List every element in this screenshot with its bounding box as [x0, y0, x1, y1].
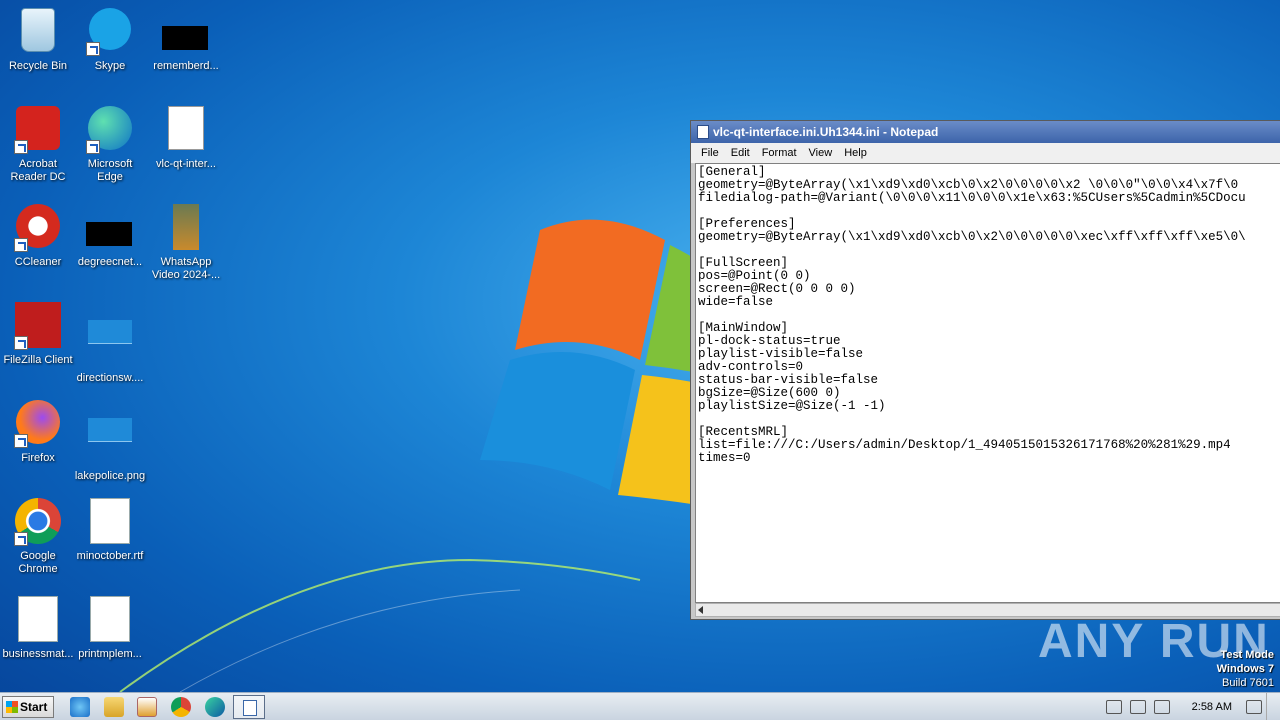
menu-file[interactable]: File [695, 147, 725, 159]
desktop-icon-businessmat[interactable]: businessmat... [0, 596, 76, 661]
internet-explorer-icon[interactable] [70, 697, 90, 717]
desktop-icon-whatsapp-video-2024[interactable]: WhatsApp Video 2024-... [148, 204, 224, 282]
volume-icon[interactable] [1105, 699, 1122, 714]
desktop-icon-directionsw[interactable]: directionsw.... [72, 302, 148, 385]
menu-format[interactable]: Format [756, 147, 803, 159]
menu-view[interactable]: View [803, 147, 839, 159]
desktop-icon-label: minoctober.rtf [76, 550, 144, 562]
shortcut-arrow-icon [86, 42, 100, 56]
chrome-icon [14, 498, 62, 546]
desktop-icon-google-chrome[interactable]: Google Chrome [0, 498, 76, 576]
test-mode-line3: Build 7601 [1222, 677, 1274, 689]
redacted-thumbnail [86, 222, 132, 246]
desktop-icon-label: lakepolice.png [74, 470, 146, 482]
recycle-bin-icon [14, 8, 62, 56]
action-center-flag-icon[interactable] [1153, 699, 1170, 714]
settings-file-icon [162, 106, 210, 154]
desktop-icon-microsoft-edge[interactable]: Microsoft Edge [72, 106, 148, 184]
ccleaner-icon [14, 204, 62, 252]
desktop-icon-firefox[interactable]: Firefox [0, 400, 76, 465]
test-mode-line2: Windows 7 [1216, 663, 1274, 675]
firefox-icon [14, 400, 62, 448]
notepad-icon [697, 125, 709, 139]
system-tray: 2:58 AM [1102, 693, 1280, 720]
shortcut-arrow-icon [14, 140, 28, 154]
notepad-taskbar-icon [243, 700, 257, 716]
desktop-icon-acrobat-reader-dc[interactable]: Acrobat Reader DC [0, 106, 76, 184]
edge-icon [86, 106, 134, 154]
word-doc-icon [86, 596, 134, 644]
desktop-icon-label: Recycle Bin [8, 60, 68, 72]
shortcut-arrow-icon [14, 238, 28, 252]
desktop-icon-label: WhatsApp Video 2024-... [151, 256, 221, 281]
desktop-icon-degreecnet[interactable]: degreecnet... [72, 204, 148, 269]
video-thumbnail-icon [162, 204, 210, 252]
notepad-window[interactable]: vlc-qt-interface.ini.Uh1344.ini - Notepa… [690, 120, 1280, 620]
menu-help[interactable]: Help [838, 147, 873, 159]
monitor-icon[interactable] [1246, 699, 1262, 714]
shortcut-arrow-icon [86, 140, 100, 154]
notepad-text-area[interactable]: [General] geometry=@ByteArray(\x1\xd9\xd… [695, 163, 1280, 603]
desktop-icon-filezilla-client[interactable]: FileZilla Client [0, 302, 76, 367]
notepad-menu-bar: File Edit Format View Help [691, 143, 1280, 163]
desktop-icon-label: Acrobat Reader DC [10, 158, 66, 183]
desktop-icon-label: Skype [94, 60, 126, 72]
redacted-file-icon [162, 8, 210, 56]
test-mode-line1: Test Mode [1220, 649, 1274, 661]
image-file-icon [86, 418, 134, 466]
start-button[interactable]: Start [2, 696, 54, 718]
desktop-icon-label: rememberd... [153, 60, 219, 72]
windows-flag-icon [6, 701, 18, 713]
shortcut-arrow-icon [14, 336, 28, 350]
desktop-icon-label: CCleaner [14, 256, 62, 268]
show-desktop-button[interactable] [1266, 693, 1280, 720]
shortcut-arrow-icon [14, 532, 28, 546]
desktop-icon-label: Microsoft Edge [87, 158, 133, 183]
notepad-taskbar-button[interactable] [233, 695, 265, 719]
desktop-icon-skype[interactable]: Skype [72, 8, 148, 73]
notepad-content[interactable]: [General] geometry=@ByteArray(\x1\xd9\xd… [696, 164, 1280, 465]
taskbar-clock[interactable]: 2:58 AM [1192, 701, 1232, 713]
acrobat-icon [14, 106, 62, 154]
word-doc-icon [86, 498, 134, 546]
start-label: Start [20, 700, 48, 714]
desktop-icon-label: FileZilla Client [3, 354, 73, 366]
desktop-icon-ccleaner[interactable]: CCleaner [0, 204, 76, 269]
notepad-title: vlc-qt-interface.ini.Uh1344.ini - Notepa… [713, 125, 939, 139]
shortcut-arrow-icon [14, 434, 28, 448]
image-file-icon [86, 320, 134, 368]
scroll-left-icon[interactable] [698, 606, 703, 614]
media-player-icon[interactable] [137, 697, 157, 717]
desktop-icon-vlc-qt-inter[interactable]: vlc-qt-inter... [148, 106, 224, 171]
desktop-icon-label: degreecnet... [77, 256, 143, 268]
file-explorer-icon[interactable] [104, 697, 124, 717]
notepad-title-bar[interactable]: vlc-qt-interface.ini.Uh1344.ini - Notepa… [691, 121, 1280, 143]
desktop-icon-label: Firefox [21, 452, 55, 464]
taskbar: Start 2:58 AM [0, 692, 1280, 720]
menu-edit[interactable]: Edit [725, 147, 756, 159]
desktop-icon-label: printmplem... [78, 648, 142, 660]
desktop-icon-label: Google Chrome [18, 550, 58, 575]
desktop-icon-label: directionsw.... [76, 372, 144, 384]
desktop-icon-lakepolice-png[interactable]: lakepolice.png [72, 400, 148, 483]
edge-taskbar-icon[interactable] [205, 697, 225, 717]
desktop-icon-rememberd[interactable]: rememberd... [148, 8, 224, 73]
redacted-thumbnail [162, 26, 208, 50]
filezilla-icon [14, 302, 62, 350]
word-doc-icon [14, 596, 62, 644]
desktop-icon-minoctober-rtf[interactable]: minoctober.rtf [72, 498, 148, 563]
test-mode-label: Test Mode Windows 7 Build 7601 [1217, 648, 1274, 690]
network-icon[interactable] [1129, 699, 1146, 714]
chrome-taskbar-icon[interactable] [171, 697, 191, 717]
desktop-icon-label: vlc-qt-inter... [156, 158, 216, 170]
redacted-file-icon [86, 204, 134, 252]
desktop-icon-label: businessmat... [2, 648, 74, 660]
desktop-icon-printmplem[interactable]: printmplem... [72, 596, 148, 661]
desktop-icon-recycle-bin[interactable]: Recycle Bin [0, 8, 76, 73]
skype-icon [86, 8, 134, 56]
